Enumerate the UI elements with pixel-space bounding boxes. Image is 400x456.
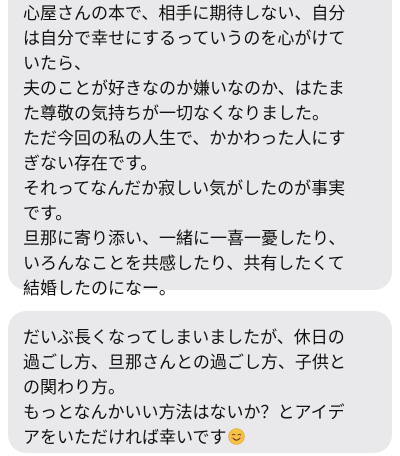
message-bubble-2[interactable]: だいぶ長くなってしまいましたが、休日の 過ごし方、旦那さんとの過ごし方、子供と … <box>8 311 392 453</box>
message-line: だいぶ長くなってしまいましたが、休日の <box>23 328 345 348</box>
message-line: た尊敬の気持ちが一切なくなりました。 <box>23 104 329 124</box>
message-line-last: アをいただければ幸いです <box>23 426 384 451</box>
message-line: いたら、 <box>23 54 91 74</box>
message-line: ぎない存在です。 <box>23 154 158 174</box>
message-line: 旦那に寄り添い、一緒に一喜一憂したり、 <box>23 229 346 249</box>
message-line: もっとなんかいい方法はないか？とアイデ <box>23 403 345 423</box>
message-line: の関わり方。 <box>23 378 125 398</box>
message-line: 過ごし方、旦那さんとの過ごし方、子供と <box>23 353 346 373</box>
chat-screen: 心屋さんの本で、相手に期待しない、自分 は自分で幸せにするっていうのを心がけて … <box>0 0 400 456</box>
message-line: 結婚したのになー。 <box>23 279 176 299</box>
message-line-text: アをいただければ幸いです <box>23 428 227 448</box>
message-line: 心屋さんの本で、相手に期待しない、自分 <box>23 4 346 24</box>
message-line: いろんなことを共感したり、共有したくて <box>23 254 345 274</box>
message-line: です。 <box>23 204 73 224</box>
message-line: は自分で幸せにするっていうのを心がけて <box>23 29 346 49</box>
message-line: ただ今回の私の人生で、かかわった人にす <box>23 129 346 149</box>
message-line: 夫のことが好きなのか嫌いなのか、はたま <box>23 79 345 99</box>
message-line: それってなんだか寂しい気がしたのが事実 <box>23 179 346 199</box>
smiling-face-emoji-icon <box>227 428 245 445</box>
message-bubble-1[interactable]: 心屋さんの本で、相手に期待しない、自分 は自分で幸せにするっていうのを心がけて … <box>8 0 392 299</box>
